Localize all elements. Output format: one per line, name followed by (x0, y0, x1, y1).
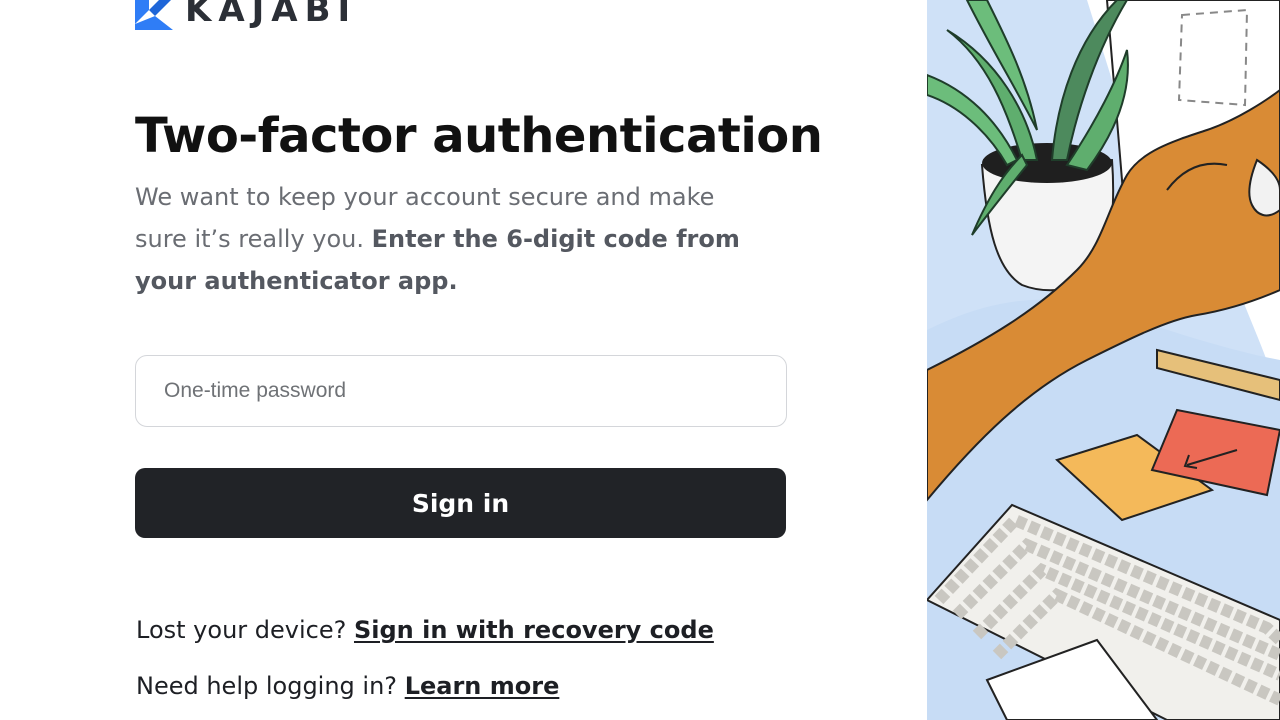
kajabi-logo[interactable]: KAJABI (135, 0, 357, 30)
need-help-text: Need help logging in? (136, 672, 398, 700)
kajabi-k-icon (135, 0, 173, 30)
lost-device-text: Lost your device? (136, 616, 347, 644)
kajabi-wordmark: KAJABI (185, 0, 358, 30)
illustration-panel (927, 0, 1280, 720)
recovery-code-link[interactable]: Sign in with recovery code (354, 616, 714, 644)
one-time-password-input[interactable] (135, 355, 787, 427)
need-help-line: Need help logging in? Learn more (136, 670, 559, 702)
page-description: We want to keep your account secure and … (135, 176, 765, 302)
lost-device-line: Lost your device? Sign in with recovery … (136, 614, 714, 646)
login-panel: KAJABI Two-factor authentication We want… (0, 0, 927, 720)
desk-illustration (927, 0, 1280, 720)
page-title: Two-factor authentication (135, 108, 823, 164)
learn-more-link[interactable]: Learn more (405, 672, 560, 700)
sign-in-button[interactable]: Sign in (135, 468, 786, 538)
